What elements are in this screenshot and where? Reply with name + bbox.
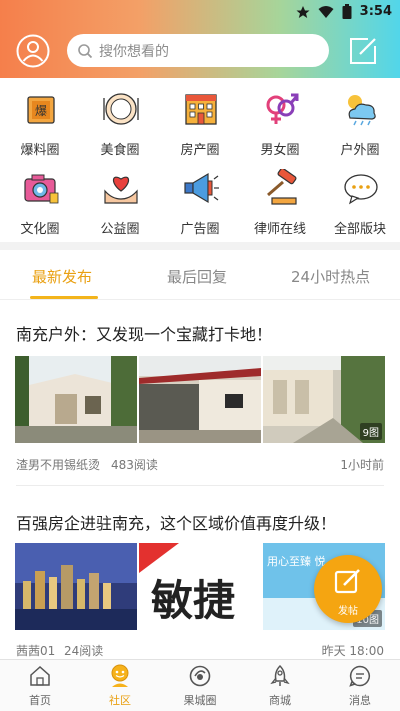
compose-icon <box>334 569 360 594</box>
community-icon <box>111 664 129 687</box>
message-icon <box>349 665 370 687</box>
category-charity[interactable]: 公益圈 <box>80 163 160 242</box>
circle-icon <box>189 665 211 687</box>
post-photo[interactable] <box>139 356 261 443</box>
nav-messages[interactable]: 消息 <box>320 660 400 711</box>
post-title[interactable]: 百强房企进驻南充，这个区域价值再度升级！ <box>16 510 336 534</box>
more-bubble-icon <box>344 174 378 205</box>
category-ads[interactable]: 广告圈 <box>160 163 240 242</box>
post-author[interactable]: 渣男不用锡纸烫 <box>16 456 100 473</box>
status-time: 3:54 <box>359 4 392 19</box>
scoop-icon: 爆 <box>27 96 55 124</box>
category-label: 美食圈 <box>100 143 140 158</box>
gavel-icon <box>267 169 297 205</box>
nav-label: 商城 <box>269 694 291 707</box>
category-food[interactable]: 美食圈 <box>80 84 160 163</box>
post-author[interactable]: 茜茜01 <box>16 642 55 659</box>
category-outdoor[interactable]: 户外圈 <box>320 84 400 163</box>
nav-home[interactable]: 首页 <box>0 660 80 711</box>
post-title[interactable]: 南充户外：又发现一个宝藏打卡地！ <box>16 321 272 345</box>
category-grid: 爆 爆料圈 美食圈 房产圈 男女圈 户外圈 文化圈 公益圈 广告圈 律师在线 全… <box>0 84 400 242</box>
post-reads: 24阅读 <box>64 644 104 658</box>
bottom-nav: 首页 社区 果城圈 商城 消息 <box>0 659 400 711</box>
category-label: 文化圈 <box>20 222 60 237</box>
category-label: 户外圈 <box>340 143 380 158</box>
category-label: 房产圈 <box>180 143 220 158</box>
tab-24h-hot[interactable]: 24小时热点 <box>291 266 370 287</box>
tab-latest[interactable]: 最新发布 <box>32 266 92 287</box>
svg-text:爆: 爆 <box>35 104 47 118</box>
post-time: 1小时前 <box>340 458 384 472</box>
nav-label: 社区 <box>109 694 131 707</box>
category-lawyer[interactable]: 律师在线 <box>240 163 320 242</box>
battery-icon <box>342 4 352 19</box>
fab-label: 发帖 <box>338 606 358 617</box>
app-header: 3:54 搜你想看的 <box>0 0 400 78</box>
photo-banner-text: 敏捷 <box>151 576 235 625</box>
post-time: 昨天 18:00 <box>321 644 384 658</box>
nav-community[interactable]: 社区 <box>80 660 160 711</box>
nav-label: 首页 <box>29 694 51 707</box>
tab-indicator <box>30 296 98 299</box>
rocket-icon <box>270 664 290 686</box>
edit-icon[interactable] <box>348 36 378 66</box>
camera-icon <box>24 174 59 204</box>
nav-mall[interactable]: 商城 <box>240 660 320 711</box>
post-photo[interactable]: 9图 <box>263 356 385 443</box>
wifi-icon <box>318 5 334 18</box>
section-divider <box>0 242 400 250</box>
notification-icon <box>296 5 310 18</box>
nav-label: 果城圈 <box>183 694 217 707</box>
heart-hands-icon <box>104 176 138 204</box>
nav-circle[interactable]: 果城圈 <box>160 660 240 711</box>
weather-cloud-icon <box>348 95 376 126</box>
user-avatar-icon[interactable] <box>16 34 50 68</box>
search-icon <box>78 43 93 58</box>
category-label: 全部版块 <box>333 222 386 237</box>
post-divider <box>16 485 384 486</box>
category-scoop[interactable]: 爆 爆料圈 <box>0 84 80 163</box>
category-culture[interactable]: 文化圈 <box>0 163 80 242</box>
category-gender[interactable]: 男女圈 <box>240 84 320 163</box>
home-icon <box>30 665 50 686</box>
search-input[interactable]: 搜你想看的 <box>67 34 329 67</box>
nav-label: 消息 <box>349 694 371 707</box>
category-label: 广告圈 <box>180 222 220 237</box>
post-reads: 483阅读 <box>111 458 158 472</box>
category-realestate[interactable]: 房产圈 <box>160 84 240 163</box>
post-photo[interactable] <box>15 543 137 630</box>
megaphone-icon <box>184 172 219 204</box>
tab-last-reply[interactable]: 最后回复 <box>167 266 227 287</box>
status-bar: 3:54 <box>0 0 400 24</box>
new-post-button[interactable]: 发帖 <box>314 555 382 623</box>
category-label: 公益圈 <box>100 222 140 237</box>
photo-banner-text: 用心至臻 悦 <box>267 554 326 568</box>
search-placeholder: 搜你想看的 <box>99 43 169 60</box>
post-photo[interactable]: 敏捷 <box>139 543 261 630</box>
category-all[interactable]: 全部版块 <box>320 163 400 242</box>
category-label: 男女圈 <box>260 143 300 158</box>
post-photo[interactable] <box>15 356 137 443</box>
category-label: 律师在线 <box>253 222 306 237</box>
feed-tabs: 最新发布 最后回复 24小时热点 <box>0 250 400 300</box>
gender-icon <box>266 93 299 124</box>
photo-count-badge: 9图 <box>359 423 382 440</box>
building-icon <box>185 94 217 125</box>
food-plate-icon <box>103 93 139 125</box>
category-label: 爆料圈 <box>20 143 60 158</box>
